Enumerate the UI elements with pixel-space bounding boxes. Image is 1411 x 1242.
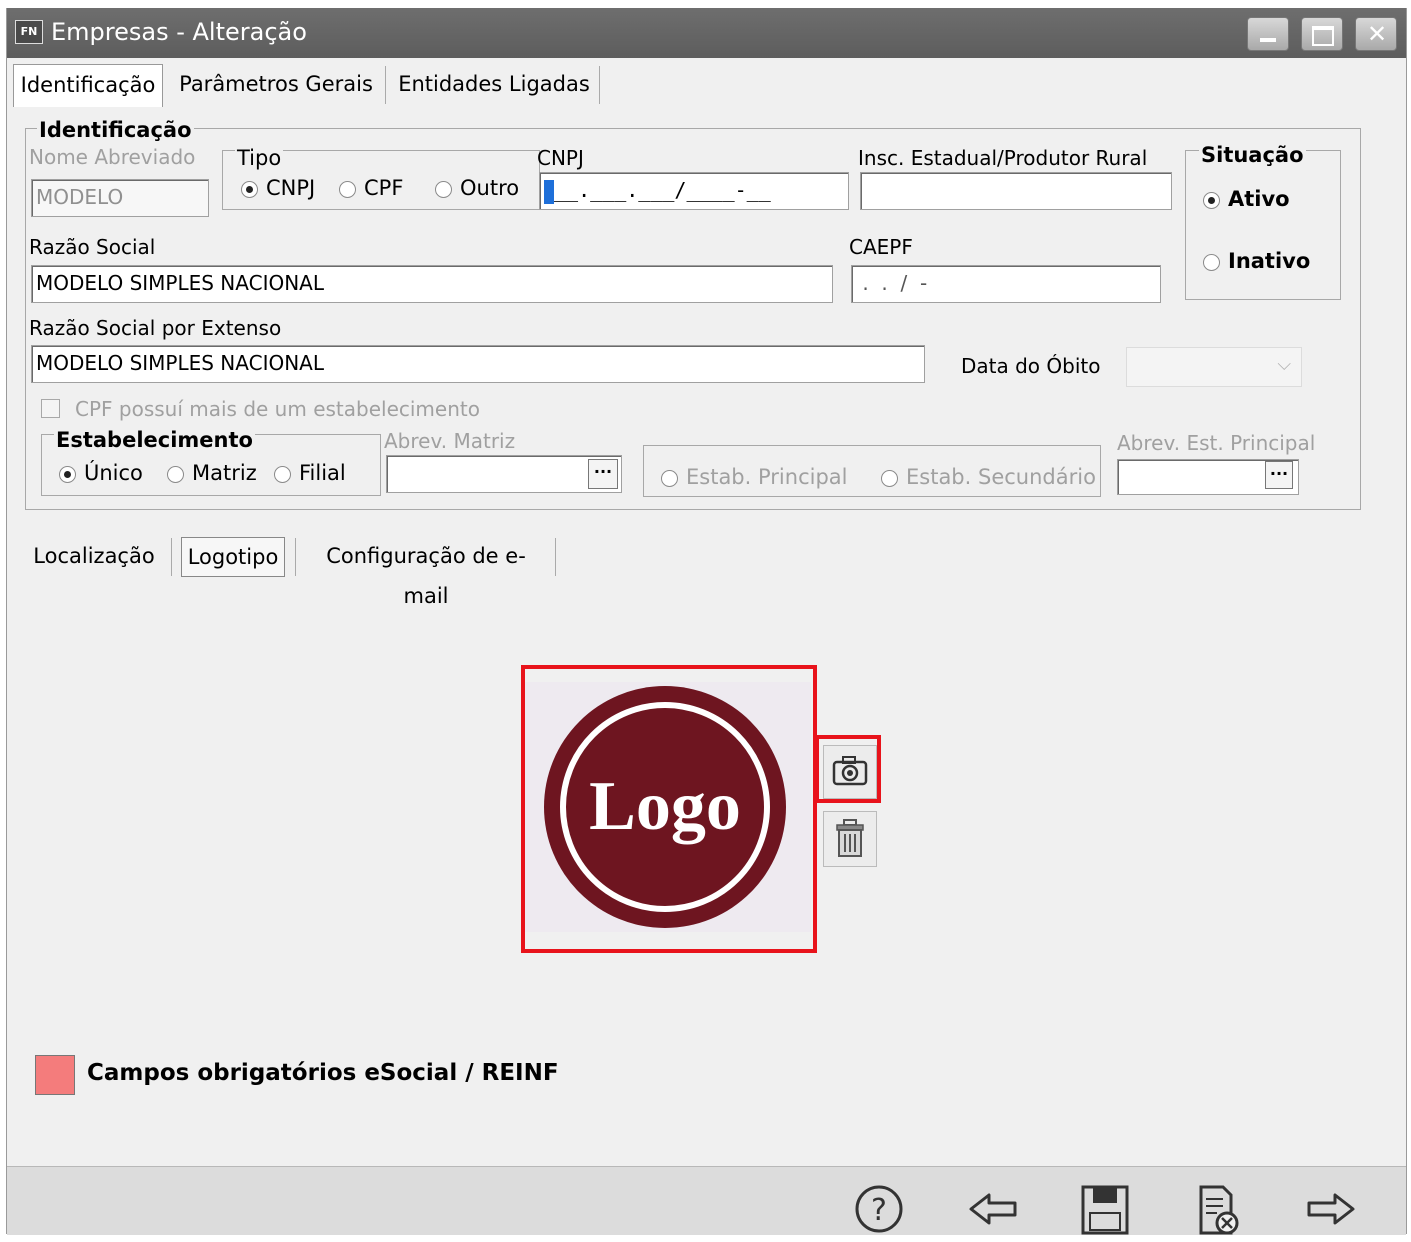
tab-divider xyxy=(295,538,296,576)
razao-social-label: Razão Social xyxy=(29,235,156,259)
save-button[interactable] xyxy=(1077,1183,1133,1237)
tipo-legend: Tipo xyxy=(235,146,284,170)
previous-button[interactable] xyxy=(965,1183,1021,1237)
estab-principal-radio[interactable]: Estab. Principal xyxy=(661,464,847,490)
minimize-button[interactable] xyxy=(1247,17,1289,51)
tab-parametros-gerais[interactable]: Parâmetros Gerais xyxy=(169,64,383,106)
required-fields-swatch xyxy=(35,1055,75,1095)
arrow-right-icon xyxy=(1307,1193,1355,1225)
estabelecimento-radio-filial[interactable]: Filial xyxy=(274,460,346,486)
situacao-legend: Situação xyxy=(1199,143,1306,167)
tipo-radio-cpf[interactable]: CPF xyxy=(339,175,403,201)
abrev-est-principal-label: Abrev. Est. Principal xyxy=(1117,431,1316,455)
title-bar: FN Empresas - Alteração ✕ xyxy=(7,8,1406,58)
maximize-button[interactable] xyxy=(1301,17,1343,51)
subtab-configuracao-email[interactable]: Configuração de e-mail xyxy=(305,536,547,608)
cnpj-field[interactable]: __.___.___/____-__ xyxy=(539,172,849,210)
radio-icon xyxy=(881,469,898,487)
cpf-multiplos-checkbox[interactable] xyxy=(41,399,60,418)
tab-divider xyxy=(599,66,600,104)
required-fields-note: Campos obrigatórios eSocial / REINF xyxy=(87,1060,559,1086)
identificacao-legend: Identificação xyxy=(37,118,194,142)
floppy-disk-icon xyxy=(1081,1185,1129,1235)
estabelecimento-radio-unico[interactable]: Único xyxy=(59,460,143,486)
help-icon: ? xyxy=(855,1185,903,1233)
radio-icon xyxy=(1203,253,1220,271)
tab-divider xyxy=(171,538,172,576)
logo-highlight-box xyxy=(521,665,817,953)
chevron-down-icon: ⌵ xyxy=(1277,354,1291,375)
data-obito-picker[interactable]: ⌵ xyxy=(1126,347,1302,387)
tipo-radio-outro[interactable]: Outro xyxy=(435,175,519,201)
radio-selected-icon xyxy=(59,465,76,483)
nome-abreviado-field[interactable]: MODELO xyxy=(31,179,209,217)
razao-social-field[interactable]: MODELO SIMPLES NACIONAL xyxy=(31,265,833,303)
tab-divider xyxy=(385,66,386,104)
arrow-left-icon xyxy=(969,1193,1017,1225)
help-button[interactable]: ? xyxy=(851,1183,907,1237)
radio-icon xyxy=(274,465,291,483)
situacao-group xyxy=(1185,150,1341,300)
subtab-localizacao[interactable]: Localização xyxy=(33,536,155,576)
abrev-matriz-lookup-button[interactable]: ··· xyxy=(588,459,618,489)
radio-selected-icon xyxy=(1203,191,1220,209)
tab-identificacao[interactable]: Identificação xyxy=(13,64,163,107)
window-title: Empresas - Alteração xyxy=(51,18,307,46)
cnpj-label: CNPJ xyxy=(537,146,584,170)
document-cancel-icon xyxy=(1199,1185,1239,1235)
estabelecimento-legend: Estabelecimento xyxy=(54,428,255,452)
razao-social-extenso-label: Razão Social por Extenso xyxy=(29,316,282,340)
estabelecimento-radio-matriz[interactable]: Matriz xyxy=(167,460,257,486)
situacao-radio-ativo[interactable]: Ativo xyxy=(1203,186,1290,212)
camera-highlight-box xyxy=(815,735,881,803)
radio-icon xyxy=(435,180,452,198)
radio-icon xyxy=(167,465,184,483)
tab-entidades-ligadas[interactable]: Entidades Ligadas xyxy=(391,64,597,106)
razao-social-extenso-field[interactable]: MODELO SIMPLES NACIONAL xyxy=(31,345,925,383)
subtab-logotipo[interactable]: Logotipo xyxy=(181,537,285,577)
trash-icon xyxy=(836,819,864,857)
abrev-est-principal-lookup-button[interactable]: ··· xyxy=(1265,461,1293,489)
radio-icon xyxy=(339,180,356,198)
estab-secundario-radio[interactable]: Estab. Secundário xyxy=(881,464,1096,490)
app-icon: FN xyxy=(15,20,43,44)
caepf-label: CAEPF xyxy=(849,235,913,259)
tab-divider xyxy=(555,538,556,576)
situacao-radio-inativo[interactable]: Inativo xyxy=(1203,248,1310,274)
app-window: FN Empresas - Alteração ✕ Identificação … xyxy=(6,8,1407,1237)
abrev-matriz-label: Abrev. Matriz xyxy=(384,429,516,453)
text-cursor xyxy=(544,179,554,204)
radio-selected-icon xyxy=(241,180,258,198)
abrev-matriz-field[interactable] xyxy=(386,455,622,493)
caepf-field[interactable]: . . / - xyxy=(851,265,1161,303)
radio-icon xyxy=(661,469,678,487)
cancel-document-button[interactable] xyxy=(1191,1183,1247,1237)
delete-logo-button[interactable] xyxy=(823,811,877,867)
cpf-multiplos-label: CPF possuí mais de um estabelecimento xyxy=(75,397,480,421)
insc-estadual-field[interactable] xyxy=(860,172,1172,210)
tipo-radio-cnpj[interactable]: CNPJ xyxy=(241,175,315,201)
data-obito-label: Data do Óbito xyxy=(961,354,1101,378)
close-button[interactable]: ✕ xyxy=(1355,17,1397,51)
insc-estadual-label: Insc. Estadual/Produtor Rural xyxy=(858,146,1148,170)
nome-abreviado-label: Nome Abreviado xyxy=(29,145,196,169)
svg-text:?: ? xyxy=(871,1193,887,1228)
next-button[interactable] xyxy=(1303,1183,1359,1237)
